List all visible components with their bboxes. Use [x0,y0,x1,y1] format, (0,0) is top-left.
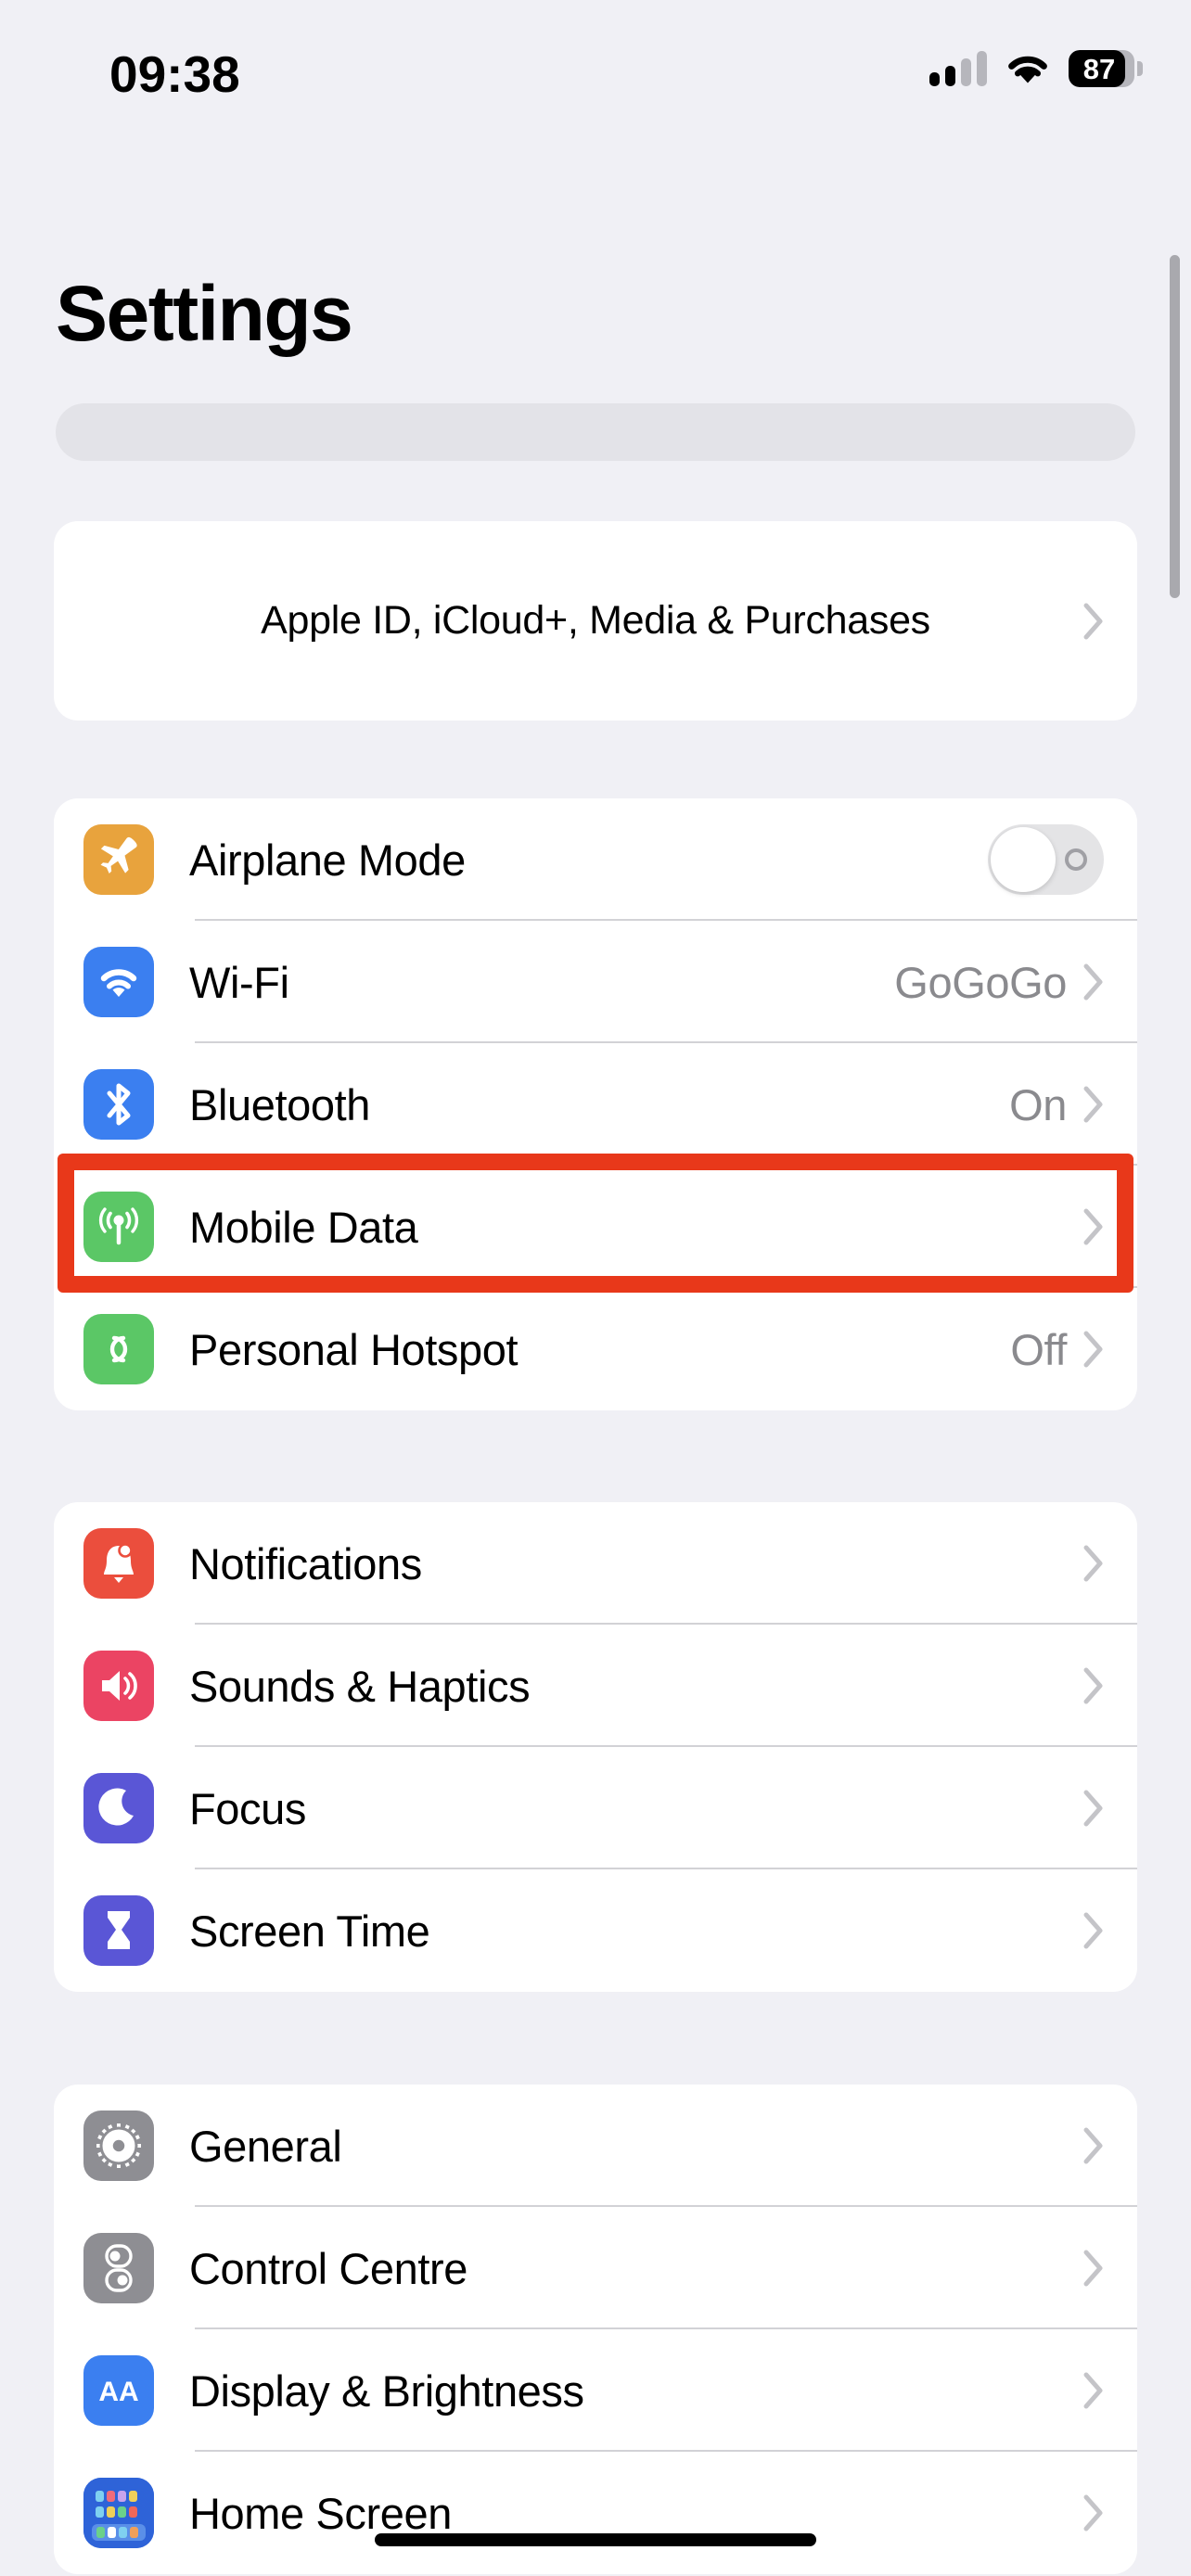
settings-row-label: Screen Time [189,1906,430,1956]
settings-row-control-centre[interactable]: Control Centre [54,2207,1137,2329]
antenna-icon [83,1192,154,1262]
settings-row-label: Personal Hotspot [189,1324,519,1374]
chevron-right-icon [1083,963,1104,1001]
settings-group-system: General Control Centre AA Display & Brig… [54,2085,1137,2574]
settings-row-label: Home Screen [189,2488,452,2538]
bluetooth-status-value: On [1009,1079,1067,1129]
chevron-right-icon [1083,2372,1104,2409]
settings-row-notifications[interactable]: Notifications [54,1502,1137,1625]
battery-percentage-label: 87 [1082,53,1116,85]
hourglass-icon [83,1895,154,1966]
apple-id-label: Apple ID, iCloud+, Media & Purchases [261,598,930,643]
settings-row-airplane-mode[interactable]: Airplane Mode [54,798,1137,921]
hotspot-links-icon [83,1314,154,1384]
settings-row-display-brightness[interactable]: AA Display & Brightness [54,2329,1137,2452]
chevron-right-icon [1083,1790,1104,1827]
settings-row-label: Control Centre [189,2243,468,2293]
chevron-right-icon [1083,1086,1104,1123]
gear-icon [83,2111,154,2181]
status-bar: 09:38 87 [0,0,1191,148]
battery-icon: 87 [1069,50,1143,87]
chevron-right-icon [1083,603,1104,640]
wifi-network-value: GoGoGo [894,957,1067,1007]
hotspot-status-value: Off [1010,1324,1067,1374]
svg-text:AA: AA [98,2377,138,2407]
iphone-settings-screen: 09:38 87 Settings Apple ID, iCloud+, Med… [0,0,1191,2576]
chevron-right-icon [1083,1667,1104,1704]
moon-icon [83,1773,154,1843]
display-aa-icon: AA [83,2355,154,2426]
settings-row-label: Notifications [189,1538,422,1588]
status-bar-indicators: 87 [929,41,1143,96]
chevron-right-icon [1083,2127,1104,2164]
chevron-right-icon [1083,1208,1104,1245]
settings-row-mobile-data[interactable]: Mobile Data [54,1166,1137,1288]
chevron-right-icon [1083,1331,1104,1368]
speaker-icon [83,1651,154,1721]
wifi-icon [83,947,154,1017]
settings-group-connectivity: Airplane Mode Wi-Fi GoGoGo Bluetooth On … [54,798,1137,1410]
chevron-right-icon [1083,2250,1104,2287]
bell-icon [83,1528,154,1599]
settings-row-label: Wi-Fi [189,957,289,1007]
apple-id-row[interactable]: Apple ID, iCloud+, Media & Purchases [54,521,1137,721]
chevron-right-icon [1083,1545,1104,1582]
page-title: Settings [56,270,353,357]
settings-row-label: Airplane Mode [189,835,466,885]
settings-row-label: Sounds & Haptics [189,1661,531,1711]
settings-row-label: General [189,2121,342,2171]
settings-group-alerts: Notifications Sounds & Haptics Focus Scr… [54,1502,1137,1992]
settings-row-screen-time[interactable]: Screen Time [54,1869,1137,1992]
settings-row-wifi[interactable]: Wi-Fi GoGoGo [54,921,1137,1043]
home-indicator [375,2533,816,2546]
apple-id-card: Apple ID, iCloud+, Media & Purchases [54,521,1137,721]
wifi-icon [1008,56,1047,83]
status-bar-clock: 09:38 [109,45,240,103]
control-centre-icon [83,2233,154,2303]
chevron-right-icon [1083,2494,1104,2531]
settings-row-label: Bluetooth [189,1079,371,1129]
cellular-signal-icon [929,51,987,86]
settings-row-general[interactable]: General [54,2085,1137,2207]
airplane-mode-toggle[interactable] [988,824,1104,895]
settings-row-personal-hotspot[interactable]: Personal Hotspot Off [54,1288,1137,1410]
settings-row-home-screen[interactable]: Home Screen [54,2452,1137,2574]
home-screen-grid-icon [83,2478,154,2548]
bluetooth-icon [83,1069,154,1140]
chevron-right-icon [1083,1912,1104,1949]
settings-row-label: Display & Brightness [189,2366,584,2416]
settings-row-sounds-haptics[interactable]: Sounds & Haptics [54,1625,1137,1747]
settings-row-bluetooth[interactable]: Bluetooth On [54,1043,1137,1166]
search-input[interactable] [56,403,1135,461]
settings-row-focus[interactable]: Focus [54,1747,1137,1869]
airplane-icon [83,824,154,895]
scrollbar[interactable] [1170,255,1180,598]
settings-row-label: Focus [189,1783,306,1833]
settings-row-label: Mobile Data [189,1202,418,1252]
